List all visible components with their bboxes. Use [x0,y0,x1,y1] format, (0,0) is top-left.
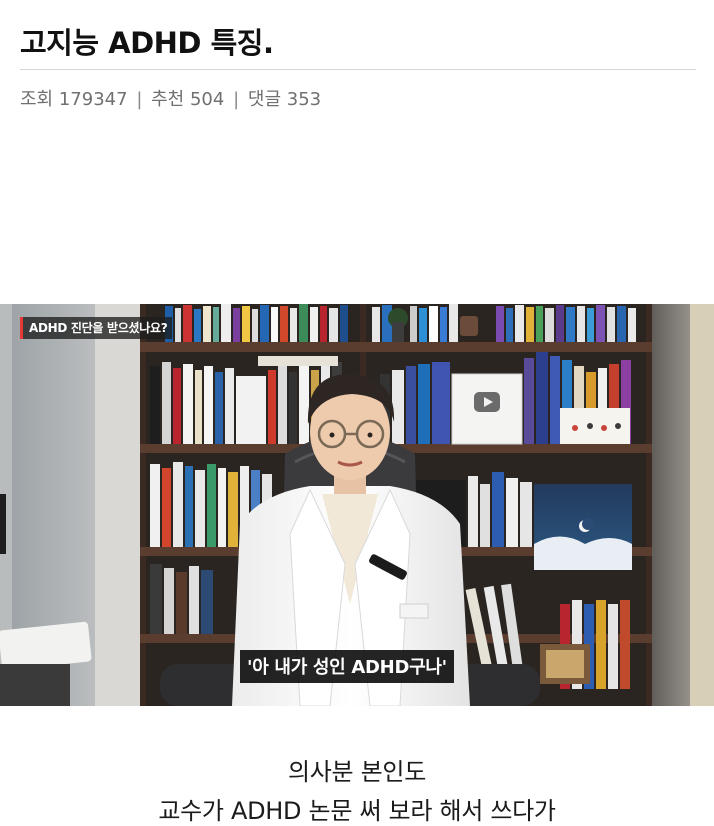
video-corner-label: ADHD 진단을 받으셨나요? [20,317,173,339]
views-count: 179347 [58,89,128,110]
caption-line-2: 교수가 ADHD 논문 써 보라 해서 쓰다가 [158,797,556,825]
meta-separator: | [233,89,240,110]
post-title: 고지능 ADHD 특징. [20,26,274,60]
meta-separator: | [136,89,143,110]
post-meta: 조회 179347 | 추천 504 | 댓글 353 [20,85,321,111]
comments-count: 353 [286,89,322,110]
title-divider [20,69,696,70]
caption-line-1: 의사분 본인도 [287,758,426,786]
video-screenshot: ADHD 진단을 받으셨나요? '아 내가 성인 ADHD구나' [0,304,714,706]
views-label: 조회 [20,89,54,110]
video-subtitle: '아 내가 성인 ADHD구나' [240,650,454,683]
recommend-label: 추천 [151,89,185,110]
recommend-count: 504 [189,89,225,110]
office-scene-image [0,304,714,706]
comments-label: 댓글 [247,89,282,110]
